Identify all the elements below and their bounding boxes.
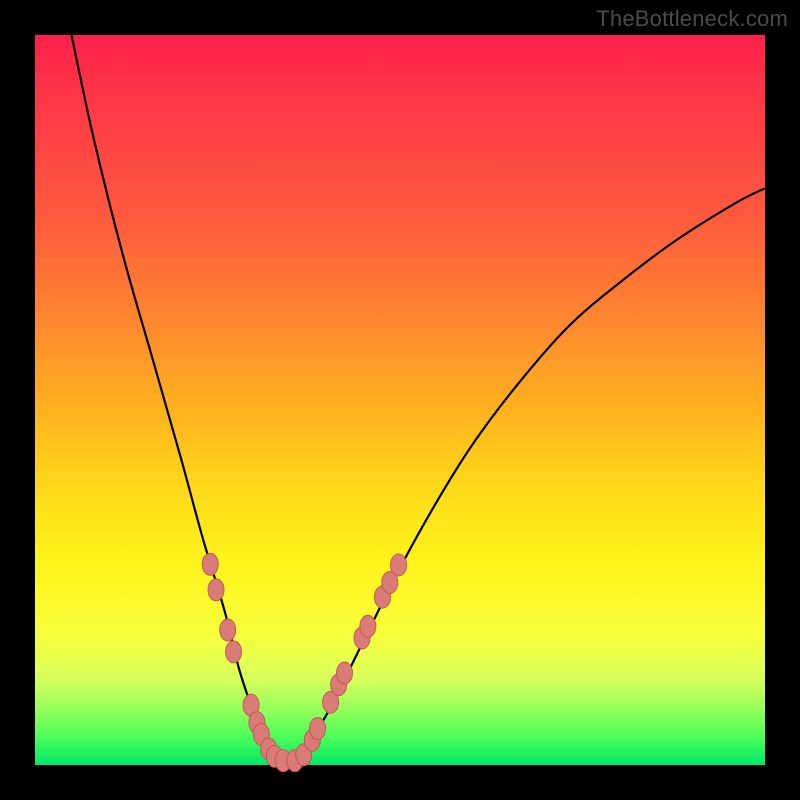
highlight-dots	[202, 553, 406, 771]
curve-dot	[337, 662, 353, 684]
curve-dot	[202, 553, 218, 575]
curve-dot	[360, 615, 376, 637]
bottleneck-curve	[72, 35, 766, 762]
watermark-text: TheBottleneck.com	[596, 6, 788, 32]
curve-dot	[226, 641, 242, 663]
outer-frame: TheBottleneck.com	[0, 0, 800, 800]
curve-dot	[391, 554, 407, 576]
plot-area	[35, 35, 765, 765]
chart-svg	[35, 35, 765, 765]
curve-dot	[220, 619, 236, 641]
curve-dot	[310, 718, 326, 740]
curve-dot	[208, 579, 224, 601]
